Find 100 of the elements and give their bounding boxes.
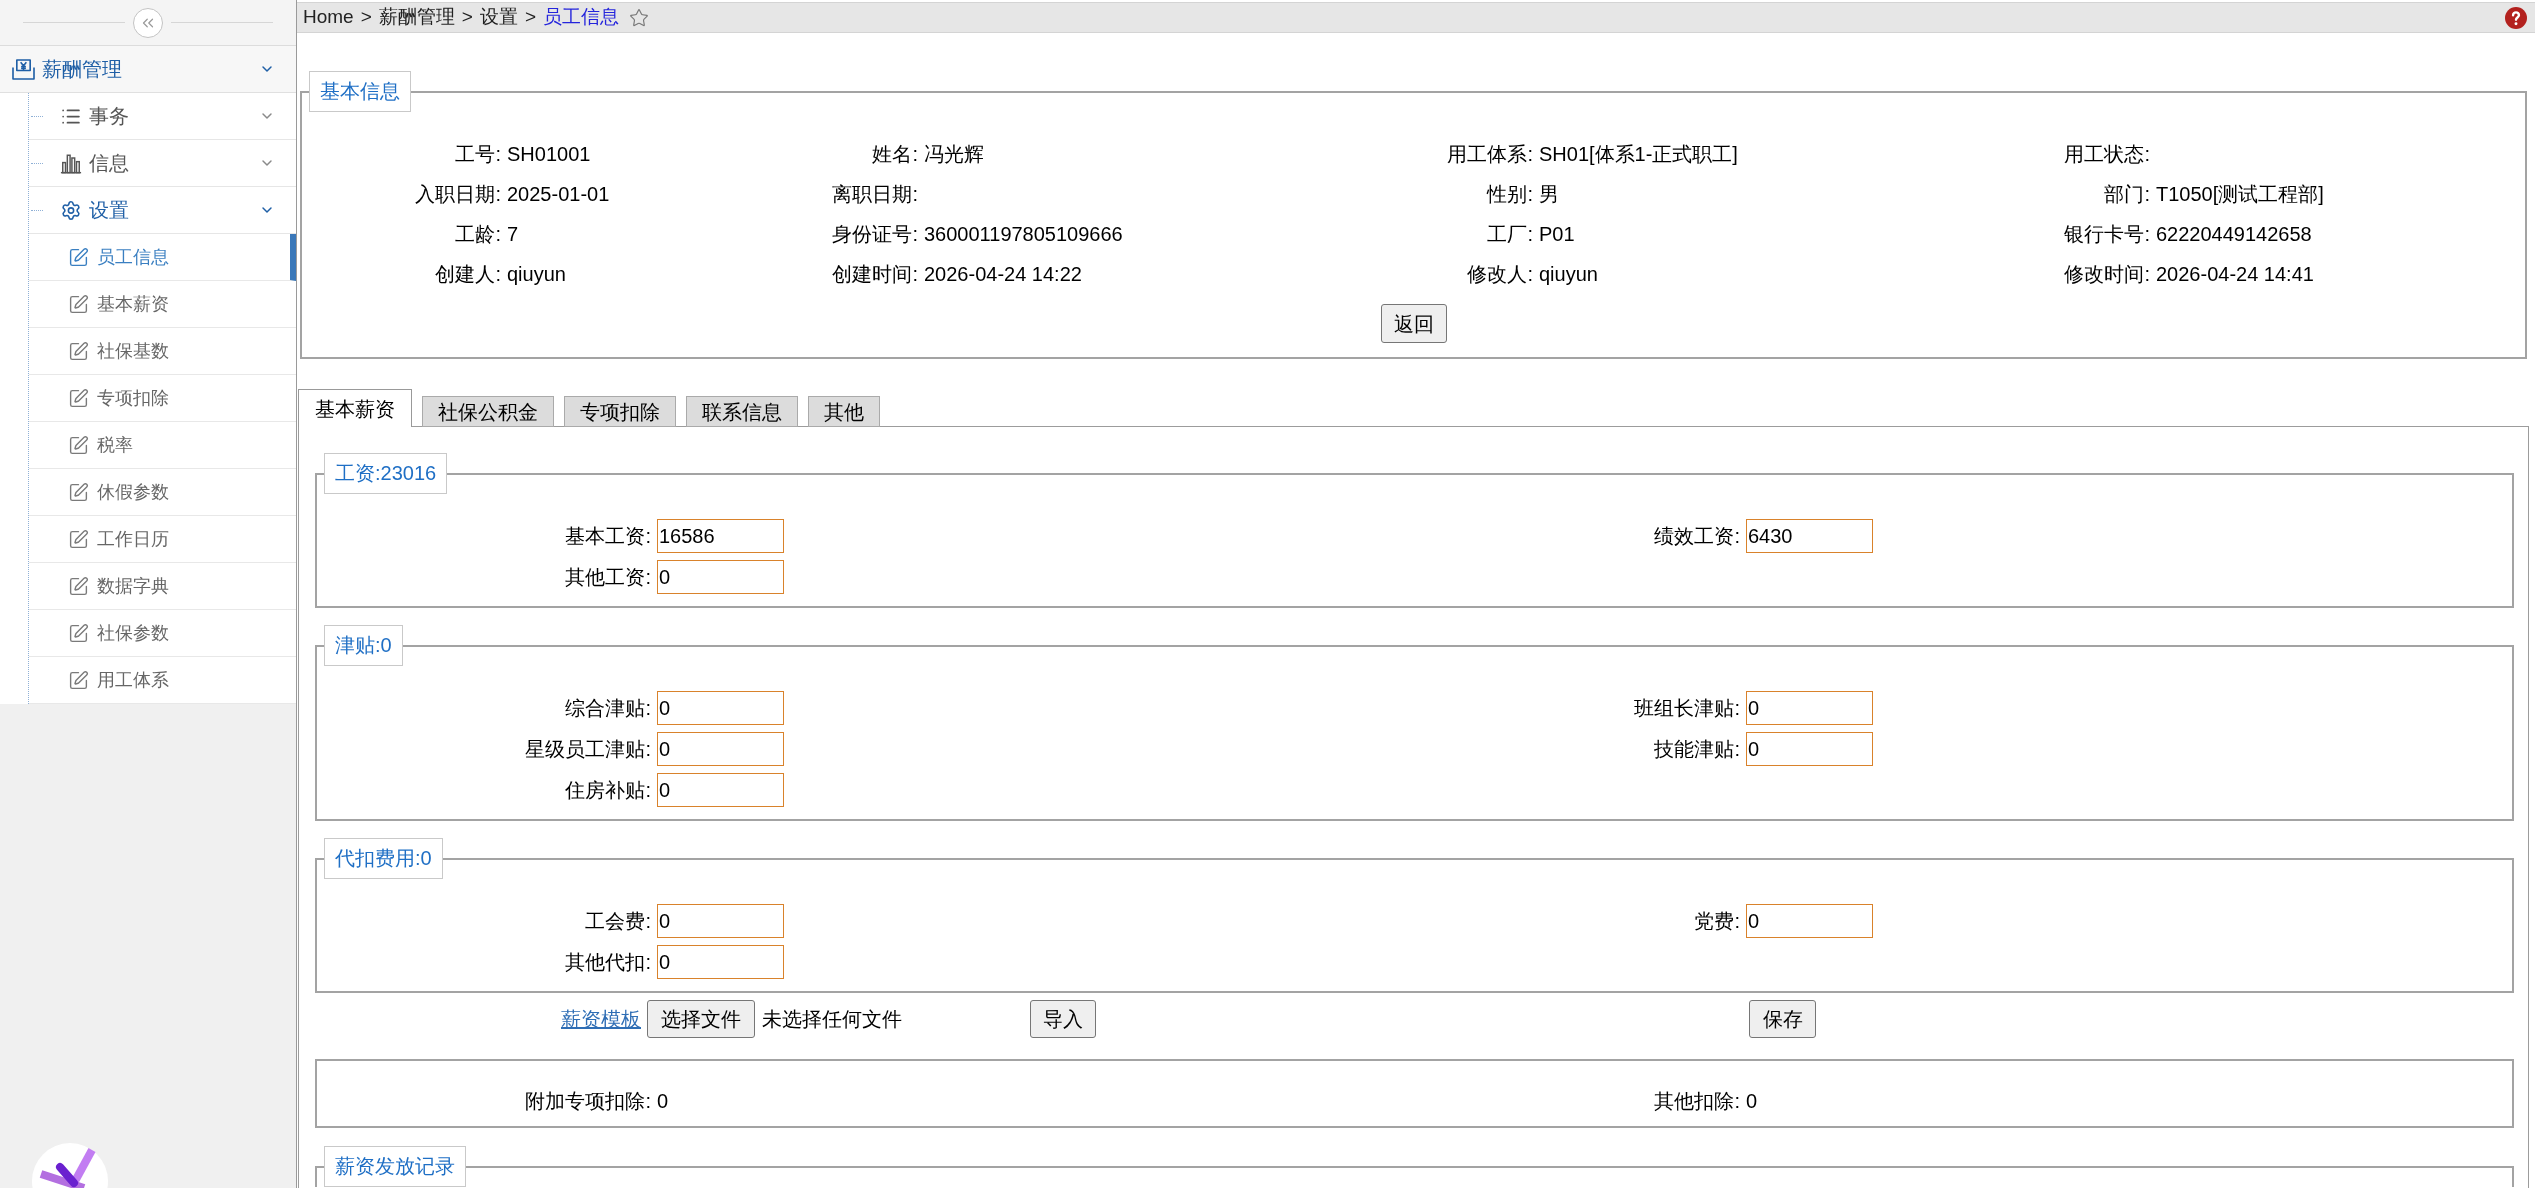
tab[interactable]: 其他 [808, 396, 880, 427]
input-field[interactable]: 0 [657, 691, 784, 725]
field-label: 附加专项扣除: [525, 1089, 651, 1114]
collapse-sidebar-button[interactable] [133, 7, 163, 38]
input-field[interactable]: 0 [1746, 904, 1873, 938]
submenu-header[interactable]: 事务 [29, 93, 296, 140]
menu-item[interactable]: 税率 [29, 422, 296, 469]
edit-icon [68, 387, 89, 409]
edit-icon [68, 434, 89, 456]
menu-item[interactable]: 员工信息 [29, 234, 296, 281]
field-label: 其他工资: [565, 565, 651, 590]
logo-icon [32, 1143, 108, 1188]
section-title: 代扣费用:0 [324, 838, 443, 879]
input-field[interactable]: 0 [657, 904, 784, 938]
section-title: 薪资发放记录 [324, 1146, 466, 1187]
tab[interactable]: 基本薪资 [298, 389, 412, 427]
menu-item[interactable]: 休假参数 [29, 469, 296, 516]
menu-item[interactable]: 社保参数 [29, 610, 296, 657]
edit-icon [68, 528, 89, 550]
menu-item[interactable]: 基本薪资 [29, 281, 296, 328]
field-label: 修改时间: [2064, 262, 2150, 287]
field-label: 姓名: [872, 142, 918, 167]
input-field[interactable]: 0 [657, 773, 784, 807]
settings-icon [59, 199, 82, 221]
field-label: 用工体系: [1447, 142, 1533, 167]
field-label: 用工状态: [2064, 142, 2150, 167]
field-value: 0 [657, 1089, 669, 1114]
submenu-header[interactable]: 设置 [29, 187, 296, 234]
breadcrumb-current[interactable]: 员工信息 [543, 3, 619, 32]
tab[interactable]: 专项扣除 [564, 396, 676, 427]
input-field[interactable]: 0 [1746, 732, 1873, 766]
field-value: 2025-01-01 [507, 182, 610, 207]
field-label: 其他代扣: [565, 950, 651, 975]
import-button[interactable]: 导入 [1030, 1000, 1096, 1038]
input-field[interactable]: 0 [657, 732, 784, 766]
field-label: 创建人: [435, 262, 501, 287]
breadcrumb-link[interactable]: 薪酬管理 [378, 3, 455, 32]
edit-icon [68, 293, 89, 315]
field-value: 冯光辉 [924, 142, 984, 167]
field-value: 男 [1539, 182, 1559, 207]
menu-item[interactable]: 工作日历 [29, 516, 296, 563]
template-link[interactable]: 薪资模板 [561, 1004, 641, 1034]
choose-file-button[interactable]: 选择文件 [647, 1000, 755, 1038]
tab[interactable]: 联系信息 [686, 396, 798, 427]
input-field[interactable]: 0 [657, 560, 784, 594]
input-field[interactable]: 0 [1746, 691, 1873, 725]
input-field[interactable]: 0 [657, 945, 784, 979]
field-label: 身份证号: [832, 222, 918, 247]
field-label: 银行卡号: [2064, 222, 2150, 247]
section-title: 工资:23016 [324, 453, 448, 494]
field-label: 基本工资: [565, 524, 651, 549]
breadcrumb-link[interactable]: Home [303, 3, 354, 32]
menu-group-header[interactable]: 薪酬管理 [0, 46, 296, 93]
field-label: 离职日期: [832, 182, 918, 207]
breadcrumb-separator: > [524, 5, 536, 30]
field-value: 62220449142658 [2156, 222, 2312, 247]
section-title: 津贴:0 [324, 625, 403, 666]
breadcrumb-separator: > [360, 5, 372, 30]
field-value: T1050[测试工程部] [2156, 182, 2324, 207]
field-label: 入职日期: [415, 182, 501, 207]
field-label: 班组长津贴: [1634, 696, 1740, 721]
breadcrumb-separator: > [461, 5, 473, 30]
yen-box-icon [12, 58, 35, 80]
save-button[interactable]: 保存 [1749, 1000, 1816, 1038]
menu-item[interactable]: 用工体系 [29, 657, 296, 704]
field-label: 星级员工津贴: [525, 737, 651, 762]
edit-icon [68, 481, 89, 503]
field-label: 创建时间: [832, 262, 918, 287]
field-label: 工龄: [455, 222, 501, 247]
back-button[interactable]: 返回 [1380, 304, 1447, 343]
field-label: 绩效工资: [1654, 524, 1740, 549]
star-icon[interactable] [629, 7, 649, 28]
field-value: SH01[体系1-正式职工] [1539, 142, 1738, 167]
field-label: 工厂: [1487, 222, 1533, 247]
field-label: 部门: [2104, 182, 2150, 207]
menu-item[interactable]: 社保基数 [29, 328, 296, 375]
field-label: 技能津贴: [1654, 737, 1740, 762]
field-value: 2026-04-24 14:22 [924, 262, 1082, 287]
edit-icon [68, 575, 89, 597]
field-value: SH01001 [507, 142, 591, 167]
help-icon[interactable] [2505, 6, 2527, 29]
field-value: P01 [1539, 222, 1575, 247]
menu-item[interactable]: 数据字典 [29, 563, 296, 610]
field-value: 7 [507, 222, 519, 247]
menu-item[interactable]: 专项扣除 [29, 375, 296, 422]
edit-icon [68, 669, 89, 691]
input-field[interactable]: 6430 [1746, 519, 1873, 553]
field-label: 其他扣除: [1654, 1089, 1740, 1114]
field-label: 性别: [1487, 182, 1533, 207]
breadcrumb-link[interactable]: 设置 [479, 3, 518, 32]
input-field[interactable]: 16586 [657, 519, 784, 553]
bar-chart-icon [59, 152, 82, 174]
section-title: 基本信息 [309, 71, 411, 112]
field-label: 综合津贴: [565, 696, 651, 721]
field-value: 0 [1746, 1089, 1758, 1114]
tab[interactable]: 社保公积金 [422, 396, 554, 427]
submenu-header[interactable]: 信息 [29, 140, 296, 187]
field-value: 2026-04-24 14:41 [2156, 262, 2314, 287]
edit-icon [68, 622, 89, 644]
field-label: 住房补贴: [565, 778, 651, 803]
